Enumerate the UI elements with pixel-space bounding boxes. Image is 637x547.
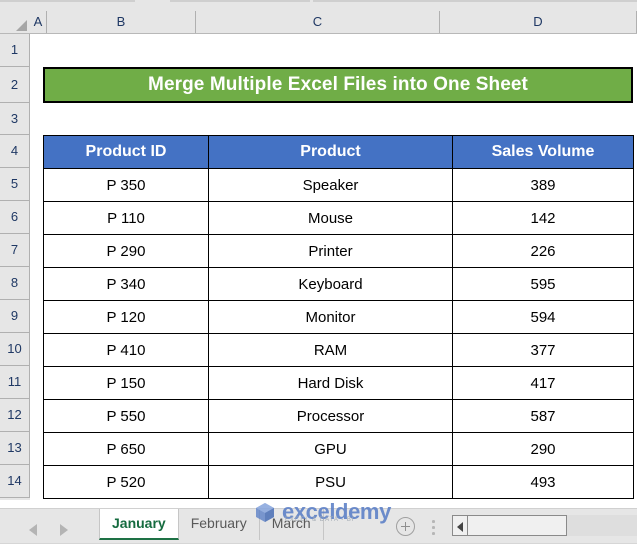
cell-sales-volume[interactable]: 142 [453, 202, 634, 235]
table-row: P 120Monitor594 [44, 301, 634, 334]
row-header-9[interactable]: 9 [0, 300, 30, 333]
excel-window: ABCD 1234567891011121314 Merge Multiple … [0, 0, 637, 547]
row-header-12[interactable]: 12 [0, 399, 30, 432]
row-header-4[interactable]: 4 [0, 135, 30, 168]
column-header-c[interactable]: C [196, 11, 440, 33]
sheet-tab-february[interactable]: February [179, 509, 260, 540]
add-sheet-button[interactable] [396, 517, 415, 536]
row-header-5[interactable]: 5 [0, 168, 30, 201]
cell-product[interactable]: GPU [209, 433, 453, 466]
select-all-corner[interactable] [0, 11, 30, 33]
cell-product-id[interactable]: P 410 [44, 334, 209, 367]
cell-sales-volume[interactable]: 226 [453, 235, 634, 268]
row-header-11[interactable]: 11 [0, 366, 30, 399]
data-table: Product ID Product Sales Volume P 350Spe… [43, 135, 634, 499]
cell-product[interactable]: RAM [209, 334, 453, 367]
table-row: P 350Speaker389 [44, 169, 634, 202]
table-row: P 150Hard Disk417 [44, 367, 634, 400]
row-header-8[interactable]: 8 [0, 267, 30, 300]
title-banner: Merge Multiple Excel Files into One Shee… [43, 67, 633, 103]
sheet-tab-march[interactable]: March [260, 509, 324, 540]
cell-product[interactable]: Keyboard [209, 268, 453, 301]
ribbon-remnant-strip [0, 0, 637, 11]
column-header-b[interactable]: B [47, 11, 196, 33]
title-banner-text: Merge Multiple Excel Files into One Shee… [148, 74, 528, 96]
cell-sales-volume[interactable]: 587 [453, 400, 634, 433]
nav-previous-icon[interactable] [29, 524, 37, 536]
table-row: P 550Processor587 [44, 400, 634, 433]
cell-product-id[interactable]: P 520 [44, 466, 209, 499]
cell-product[interactable]: Hard Disk [209, 367, 453, 400]
row-header-6[interactable]: 6 [0, 201, 30, 234]
ribbon-segment [170, 0, 310, 2]
tab-navigation-arrows [22, 521, 92, 539]
table-header-row: Product ID Product Sales Volume [44, 136, 634, 169]
cell-product-id[interactable]: P 120 [44, 301, 209, 334]
row-header-1[interactable]: 1 [0, 34, 30, 67]
row-header-7[interactable]: 7 [0, 234, 30, 267]
status-bar-edge [0, 543, 637, 547]
cell-sales-volume[interactable]: 594 [453, 301, 634, 334]
cell-product[interactable]: Speaker [209, 169, 453, 202]
table-row: P 410RAM377 [44, 334, 634, 367]
row-header-14[interactable]: 14 [0, 465, 30, 498]
cell-product[interactable]: Printer [209, 235, 453, 268]
table-row: P 290Printer226 [44, 235, 634, 268]
cell-sales-volume[interactable]: 377 [453, 334, 634, 367]
row-header-10[interactable]: 10 [0, 333, 30, 366]
column-header-a[interactable]: A [30, 11, 47, 33]
row-header-3[interactable]: 3 [0, 103, 30, 135]
cell-product-id[interactable]: P 290 [44, 235, 209, 268]
column-header-sales-volume: Sales Volume [453, 136, 634, 169]
cell-sales-volume[interactable]: 493 [453, 466, 634, 499]
nav-next-icon[interactable] [60, 524, 68, 536]
column-header-product: Product [209, 136, 453, 169]
worksheet-grid[interactable]: Merge Multiple Excel Files into One Shee… [30, 34, 637, 500]
row-header-column: 1234567891011121314 [0, 34, 30, 500]
sheet-tab-january[interactable]: January [99, 509, 179, 540]
cell-sales-volume[interactable]: 417 [453, 367, 634, 400]
table-row: P 340Keyboard595 [44, 268, 634, 301]
cell-sales-volume[interactable]: 389 [453, 169, 634, 202]
cell-sales-volume[interactable]: 290 [453, 433, 634, 466]
column-header-band: ABCD [0, 11, 637, 34]
cell-product[interactable]: Mouse [209, 202, 453, 235]
cell-product-id[interactable]: P 150 [44, 367, 209, 400]
table-row: P 110Mouse142 [44, 202, 634, 235]
column-header-d[interactable]: D [440, 11, 637, 33]
cell-product-id[interactable]: P 650 [44, 433, 209, 466]
scrollbar-track[interactable] [567, 515, 637, 536]
ribbon-segment [0, 0, 135, 2]
tab-split-handle[interactable] [432, 520, 435, 535]
sheet-tabs: JanuaryFebruaryMarch [99, 509, 324, 541]
horizontal-scrollbar[interactable] [452, 515, 637, 536]
scroll-left-button[interactable] [452, 515, 468, 536]
cell-product[interactable]: Processor [209, 400, 453, 433]
row-header-2[interactable]: 2 [0, 67, 30, 103]
row-header-13[interactable]: 13 [0, 432, 30, 465]
cell-product-id[interactable]: P 110 [44, 202, 209, 235]
table-row: P 520PSU493 [44, 466, 634, 499]
select-all-triangle-icon [16, 20, 27, 31]
cell-product-id[interactable]: P 550 [44, 400, 209, 433]
cell-sales-volume[interactable]: 595 [453, 268, 634, 301]
cell-product[interactable]: PSU [209, 466, 453, 499]
column-header-product-id: Product ID [44, 136, 209, 169]
ribbon-segment [313, 0, 637, 2]
scrollbar-thumb[interactable] [468, 515, 567, 536]
cell-product-id[interactable]: P 350 [44, 169, 209, 202]
cell-product[interactable]: Monitor [209, 301, 453, 334]
table-row: P 650GPU290 [44, 433, 634, 466]
cell-product-id[interactable]: P 340 [44, 268, 209, 301]
